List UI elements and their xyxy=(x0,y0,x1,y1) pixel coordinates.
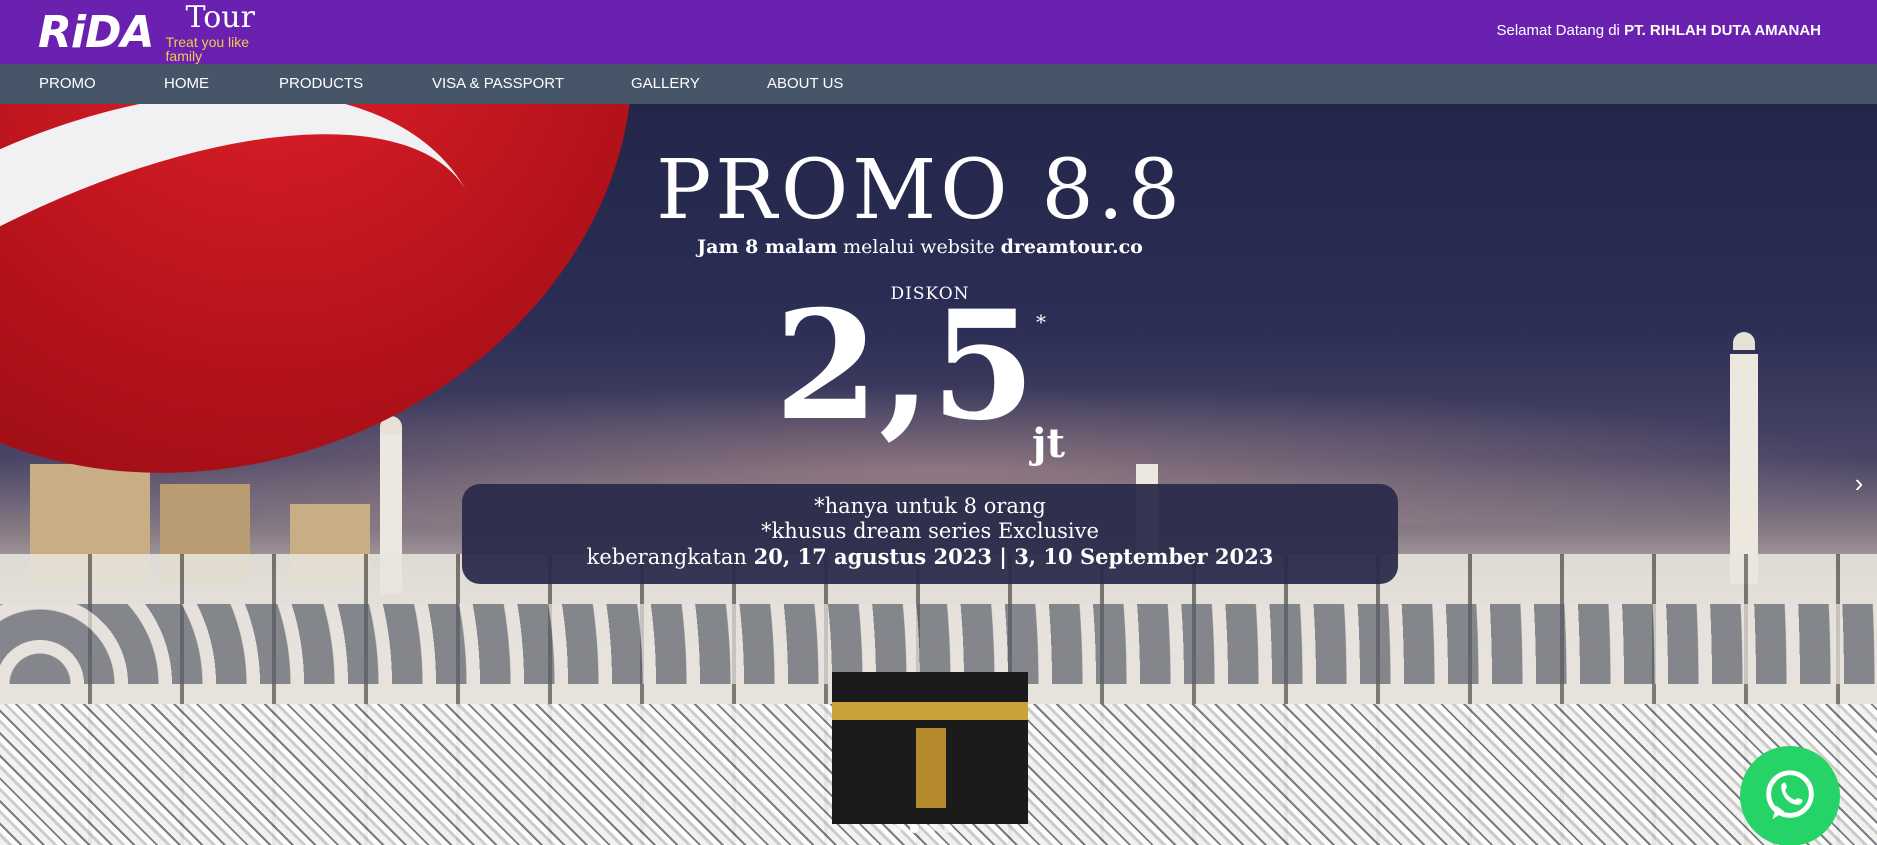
slider-dot[interactable] xyxy=(893,824,902,833)
promo-info-box: *hanya untuk 8 orang *khusus dream serie… xyxy=(462,484,1398,584)
top-header: RiDA Tour Treat you like family Selamat … xyxy=(0,0,1877,64)
logo-mark: RiDA xyxy=(38,7,155,58)
slider-dots xyxy=(893,824,953,833)
slider-dot[interactable] xyxy=(927,824,936,833)
minaret-cap xyxy=(1733,332,1755,350)
minaret xyxy=(1730,354,1758,584)
logo-tagline: Treat you like family xyxy=(165,34,250,64)
nav-item-gallery[interactable]: GALLERY xyxy=(631,64,700,104)
departure-prefix: keberangkatan xyxy=(586,545,747,569)
slider-dot[interactable] xyxy=(944,824,953,833)
info-line-3: keberangkatan 20, 17 agustus 2023 | 3, 1… xyxy=(462,544,1398,570)
kaaba-band xyxy=(832,702,1028,720)
nav-item-products[interactable]: PRODUCTS xyxy=(279,64,363,104)
logo-text: Tour Treat you like family xyxy=(165,0,278,64)
discount-value: 2,5 xyxy=(774,278,1036,454)
site-logo[interactable]: RiDA Tour Treat you like family xyxy=(38,3,278,64)
nav-item-promo[interactable]: PROMO xyxy=(39,64,96,104)
nav-item-home[interactable]: HOME xyxy=(164,64,209,104)
discount-asterisk: * xyxy=(1036,310,1046,334)
nav-item-visa-passport[interactable]: VISA & PASSPORT xyxy=(432,64,564,104)
info-line-1: *hanya untuk 8 orang xyxy=(814,494,1046,518)
hero-banner[interactable]: PROMO 8.8 Jam 8 malam melalui website dr… xyxy=(0,104,1877,845)
kaaba-door xyxy=(916,728,946,808)
departure-dates: 20, 17 agustus 2023 | 3, 10 September 20… xyxy=(753,544,1274,569)
whatsapp-button[interactable] xyxy=(1740,746,1840,845)
promo-subtitle: Jam 8 malam melalui website dreamtour.co xyxy=(600,236,1240,258)
promo-title: PROMO 8.8 xyxy=(656,143,1184,238)
slider-dot-active[interactable] xyxy=(910,824,919,833)
welcome-message: Selamat Datang di PT. RIHLAH DUTA AMANAH xyxy=(1496,22,1821,39)
whatsapp-icon xyxy=(1766,770,1814,820)
logo-word: Tour xyxy=(185,0,255,35)
welcome-company: PT. RIHLAH DUTA AMANAH xyxy=(1624,22,1821,39)
nav-item-about-us[interactable]: ABOUT US xyxy=(767,64,843,104)
promo-sub-text: melalui website xyxy=(843,236,995,258)
discount-unit: jt xyxy=(1032,420,1065,467)
main-nav: PROMO HOME PRODUCTS VISA & PASSPORT GALL… xyxy=(0,64,1877,104)
promo-website: dreamtour.co xyxy=(1000,236,1143,258)
welcome-prefix: Selamat Datang di xyxy=(1496,22,1620,39)
info-line-2: *khusus dream series Exclusive xyxy=(761,519,1099,543)
kaaba xyxy=(832,672,1028,824)
promo-time: Jam 8 malam xyxy=(697,236,838,258)
chevron-right-icon[interactable]: › xyxy=(1849,468,1869,498)
